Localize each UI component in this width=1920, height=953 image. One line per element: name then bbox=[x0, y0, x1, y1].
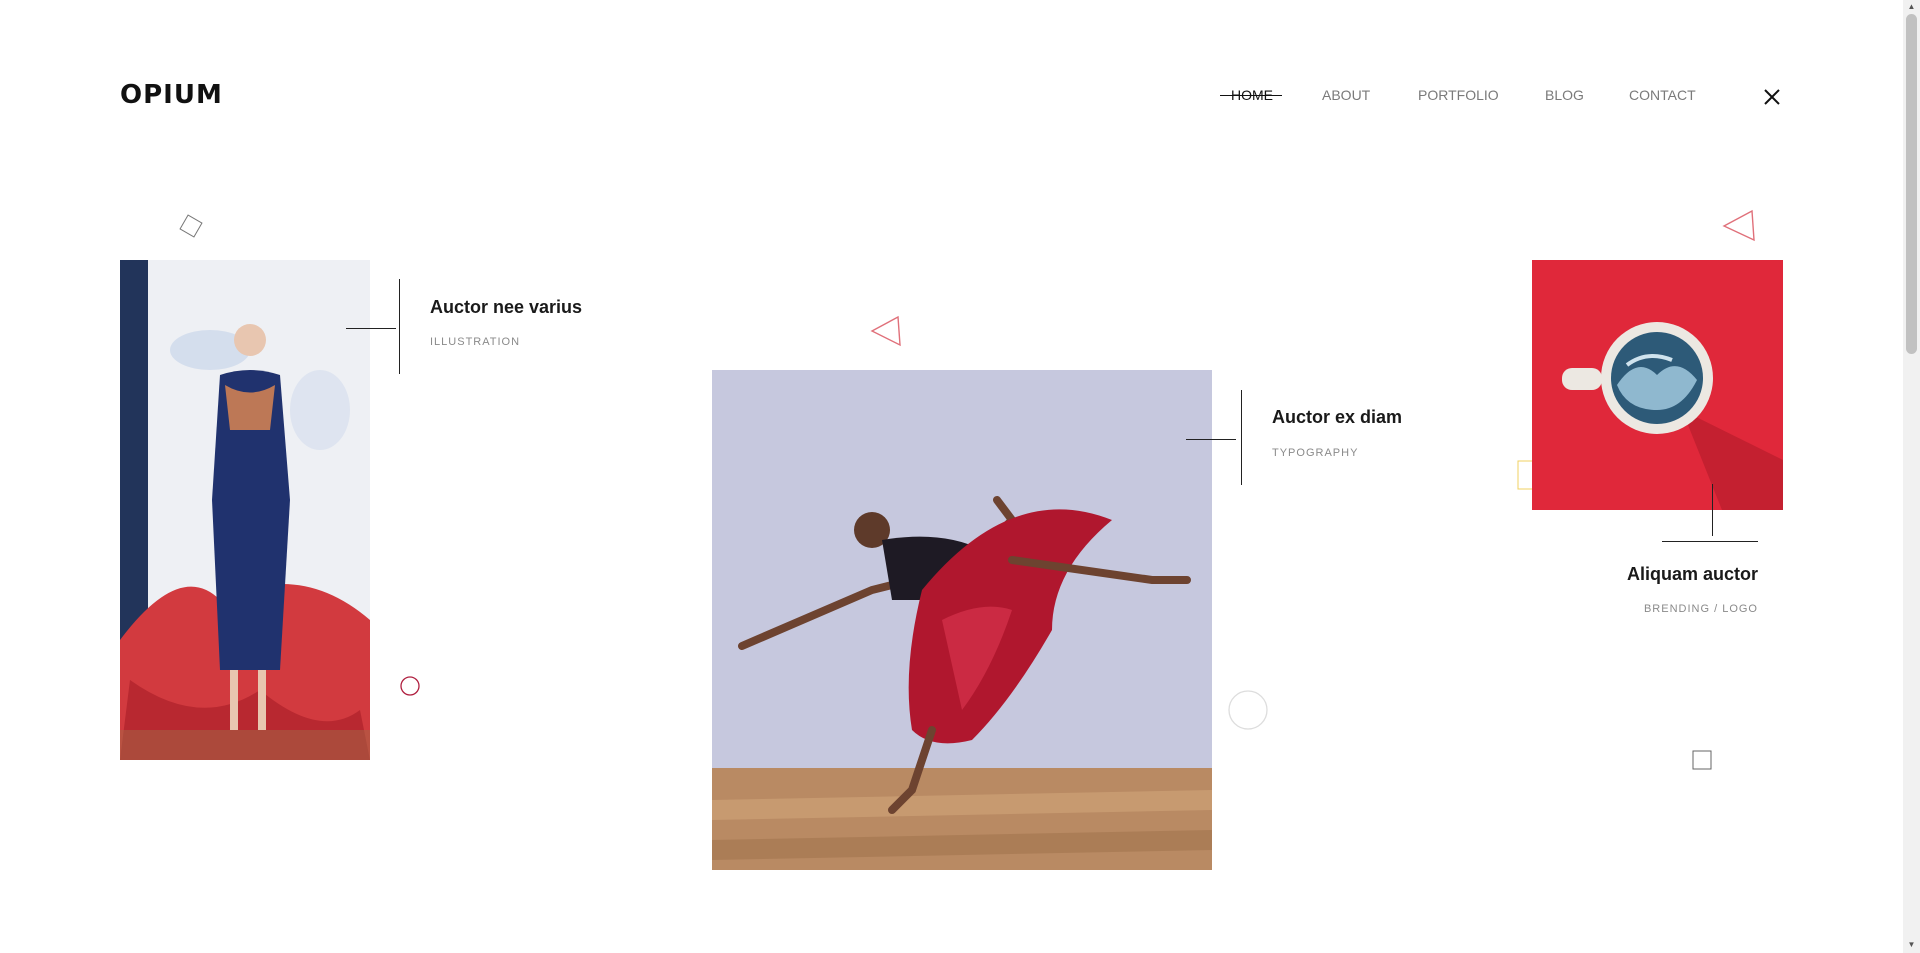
portfolio-title[interactable]: Auctor ex diam bbox=[1272, 407, 1402, 428]
circle-outline-icon bbox=[400, 676, 420, 696]
scroll-up-icon[interactable]: ▲ bbox=[1907, 2, 1916, 11]
scrollbar-thumb[interactable] bbox=[1906, 14, 1917, 354]
portfolio-image-fashion[interactable] bbox=[120, 260, 370, 760]
portfolio-image-dancer[interactable] bbox=[712, 370, 1212, 870]
portfolio-category: TYPOGRAPHY bbox=[1272, 447, 1359, 459]
nav-contact[interactable]: CONTACT bbox=[1629, 87, 1696, 103]
close-icon[interactable] bbox=[1760, 85, 1784, 109]
caption-line bbox=[346, 328, 396, 329]
triangle-outline-icon bbox=[1722, 209, 1755, 242]
portfolio-title[interactable]: Aliquam auctor bbox=[1627, 564, 1758, 585]
nav-about[interactable]: ABOUT bbox=[1322, 87, 1370, 103]
portfolio-title[interactable]: Auctor nee varius bbox=[430, 297, 582, 318]
triangle-outline-icon bbox=[870, 315, 901, 347]
site-logo[interactable]: OPIUM bbox=[120, 80, 223, 110]
caption-line bbox=[1186, 439, 1236, 440]
square-outline-icon bbox=[1692, 750, 1712, 770]
circle-outline-icon bbox=[1228, 690, 1268, 730]
nav-portfolio[interactable]: PORTFOLIO bbox=[1418, 87, 1499, 103]
nav-blog[interactable]: BLOG bbox=[1545, 87, 1584, 103]
caption-line bbox=[1241, 390, 1242, 485]
caption-line bbox=[1712, 484, 1713, 536]
portfolio-category: ILLUSTRATION bbox=[430, 336, 521, 348]
diamond-outline-icon bbox=[179, 214, 203, 238]
portfolio-image-cup[interactable] bbox=[1532, 260, 1783, 510]
caption-line bbox=[1662, 541, 1758, 542]
scroll-down-icon[interactable]: ▼ bbox=[1907, 940, 1916, 949]
portfolio-category: BRENDING / LOGO bbox=[1643, 603, 1758, 615]
caption-line bbox=[399, 279, 400, 374]
nav-home[interactable]: HOME bbox=[1231, 87, 1273, 103]
